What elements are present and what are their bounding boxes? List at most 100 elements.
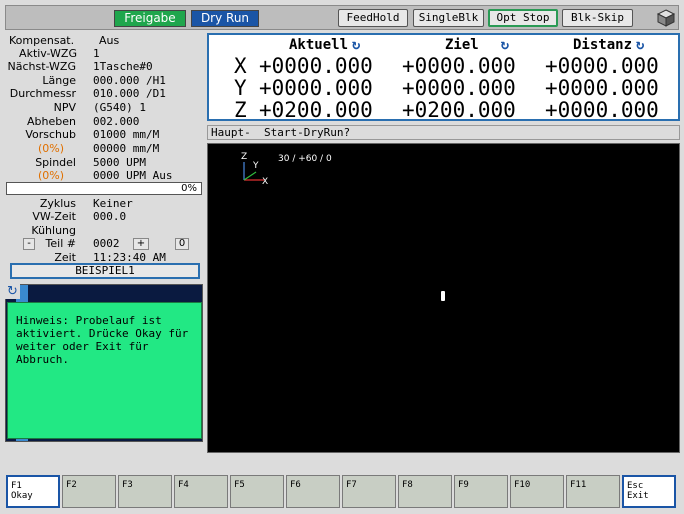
toolpath-graphic-view[interactable]: Z Y X 30 / +60 / 0 bbox=[207, 143, 680, 453]
program-progress-bar: 0% bbox=[6, 182, 202, 195]
info-row-spindel: Spindel 5000 UPM bbox=[5, 156, 204, 169]
info-label: Durchmessr bbox=[9, 87, 76, 100]
aktuell-value[interactable]: +0000.000 bbox=[259, 55, 373, 77]
fkey-f10[interactable]: F10 bbox=[510, 475, 564, 508]
info-row-kuehlung: Kühlung bbox=[5, 224, 204, 237]
dro-row-y: Y +0000.000 +0000.000 +0000.000 bbox=[209, 77, 682, 99]
info-row-vorschub: Vorschub 01000 mm/M bbox=[5, 128, 204, 141]
info-row-kompensation: Kompensat. Aus bbox=[5, 34, 204, 47]
teil-reset-button[interactable]: 0 bbox=[175, 238, 189, 250]
teil-increment-button[interactable]: + bbox=[133, 238, 149, 250]
refresh-icon[interactable]: ↻ bbox=[636, 37, 644, 53]
menu-status-line: Haupt- Start-DryRun? bbox=[207, 125, 680, 140]
dro-column-distanz: Distanz ↻ bbox=[573, 37, 644, 53]
fkey-esc-exit[interactable]: Esc Exit bbox=[622, 475, 676, 508]
refresh-icon[interactable]: ↻ bbox=[5, 284, 20, 299]
ziel-value: +0000.000 bbox=[402, 76, 516, 100]
blk-skip-button[interactable]: Blk-Skip bbox=[562, 9, 633, 27]
info-value: 000.000 /H1 bbox=[93, 74, 166, 87]
fkey-f3[interactable]: F3 bbox=[118, 475, 172, 508]
progress-percent: 0% bbox=[181, 183, 197, 194]
fkey-f2[interactable]: F2 bbox=[62, 475, 116, 508]
info-value: 010.000 /D1 bbox=[93, 87, 166, 100]
feedhold-button[interactable]: FeedHold bbox=[338, 9, 408, 27]
fkey-code: F8 bbox=[402, 480, 413, 490]
distanz-value: +0000.000 bbox=[545, 98, 659, 122]
fkey-f8[interactable]: F8 bbox=[398, 475, 452, 508]
fkey-f4[interactable]: F4 bbox=[174, 475, 228, 508]
info-row-zyklus: Zyklus Keiner bbox=[5, 197, 204, 210]
refresh-icon[interactable]: ↻ bbox=[352, 37, 360, 53]
fkey-code: F10 bbox=[514, 480, 531, 490]
dro-row-x: X +0000.000 +0000.000 +0000.000 bbox=[209, 55, 682, 77]
distanz-value: +0000.000 bbox=[545, 76, 659, 100]
axis-x-label: X bbox=[262, 177, 269, 187]
info-value: 1 bbox=[93, 47, 100, 60]
axis-letter: X bbox=[234, 54, 247, 78]
info-value: 01000 mm/M bbox=[93, 128, 160, 141]
teil-decrement-button[interactable]: - bbox=[23, 238, 35, 250]
info-row-npv: NPV (G540) 1 bbox=[5, 101, 204, 114]
dro-column-label: Aktuell bbox=[289, 37, 349, 53]
refresh-icon[interactable]: ↻ bbox=[501, 37, 509, 53]
program-name-field[interactable]: BEISPIEL1 bbox=[10, 263, 200, 279]
freigabe-badge[interactable]: Freigabe bbox=[114, 10, 186, 27]
info-label: Kompensat. bbox=[9, 34, 75, 47]
info-label: Nächst-WZG bbox=[7, 60, 77, 73]
dry-run-badge[interactable]: Dry Run bbox=[191, 10, 259, 27]
info-value: 5000 UPM bbox=[93, 156, 146, 169]
info-label: Länge bbox=[42, 74, 76, 87]
aktuell-value[interactable]: +0200.000 bbox=[259, 99, 373, 121]
info-value: Aus bbox=[99, 34, 120, 47]
info-value: 0000 UPM Aus bbox=[93, 169, 173, 182]
machine-info-panel: Kompensat. Aus Aktiv-WZG 1 Nächst-WZG 1 T… bbox=[5, 33, 204, 280]
spindel-override-percent: (0%) bbox=[37, 169, 64, 182]
axis-y-label: Y bbox=[253, 161, 259, 171]
dro-column-aktuell: Aktuell ↻ bbox=[289, 37, 360, 53]
fkey-code: F11 bbox=[570, 480, 587, 490]
info-row-durchmesser: Durchmessr 010.000 /D1 bbox=[5, 87, 204, 100]
info-label: VW-Zeit bbox=[32, 210, 76, 223]
view-angle-readout: 30 / +60 / 0 bbox=[278, 154, 332, 164]
fkey-label: Okay bbox=[11, 491, 33, 501]
info-row-spindel-actual: (0%) 0000 UPM Aus bbox=[5, 169, 204, 182]
info-label: Kühlung bbox=[31, 224, 76, 237]
fkey-code: F1 bbox=[11, 481, 22, 491]
fkey-code: F9 bbox=[458, 480, 469, 490]
fkey-f11[interactable]: F11 bbox=[566, 475, 620, 508]
tool-position-marker bbox=[441, 291, 445, 301]
fkey-label: Exit bbox=[627, 491, 649, 501]
fkey-code: Esc bbox=[627, 481, 644, 491]
info-label: Abheben bbox=[27, 115, 76, 128]
dro-column-ziel: Ziel ↻ bbox=[445, 37, 509, 53]
info-row-aktiv-wzg: Aktiv-WZG 1 bbox=[5, 47, 204, 60]
info-value: 000.0 bbox=[93, 210, 127, 223]
info-label: Teil # bbox=[45, 237, 76, 250]
axis-z-label: Z bbox=[241, 152, 248, 162]
fkey-f7[interactable]: F7 bbox=[342, 475, 396, 508]
info-label: Aktiv-WZG bbox=[19, 47, 77, 60]
info-row-teil: - Teil # 0002 + 0 bbox=[5, 237, 204, 250]
fkey-code: F3 bbox=[122, 480, 133, 490]
info-label: NPV bbox=[53, 101, 76, 114]
axis-letter: Y bbox=[234, 76, 247, 100]
info-label: Vorschub bbox=[25, 128, 76, 141]
fkey-f9[interactable]: F9 bbox=[454, 475, 508, 508]
aktuell-value[interactable]: +0000.000 bbox=[259, 77, 373, 99]
teil-count-value: 0002 bbox=[93, 237, 120, 250]
info-label: Zyklus bbox=[39, 197, 76, 210]
machine-cube-icon[interactable] bbox=[656, 8, 676, 28]
fkey-code: F4 bbox=[178, 480, 189, 490]
opt-stop-button[interactable]: Opt Stop bbox=[488, 9, 558, 27]
singleblk-button[interactable]: SingleBlk bbox=[413, 9, 484, 27]
info-value: Keiner bbox=[93, 197, 133, 210]
axis-letter: Z bbox=[234, 98, 247, 122]
fkey-f6[interactable]: F6 bbox=[286, 475, 340, 508]
ziel-value: +0200.000 bbox=[402, 98, 516, 122]
info-label: Spindel bbox=[35, 156, 76, 169]
info-value: 002.000 bbox=[93, 115, 140, 128]
fkey-f5[interactable]: F5 bbox=[230, 475, 284, 508]
fkey-f1-okay[interactable]: F1 Okay bbox=[6, 475, 60, 508]
dro-column-label: Distanz bbox=[573, 37, 633, 53]
fkey-code: F6 bbox=[290, 480, 301, 490]
